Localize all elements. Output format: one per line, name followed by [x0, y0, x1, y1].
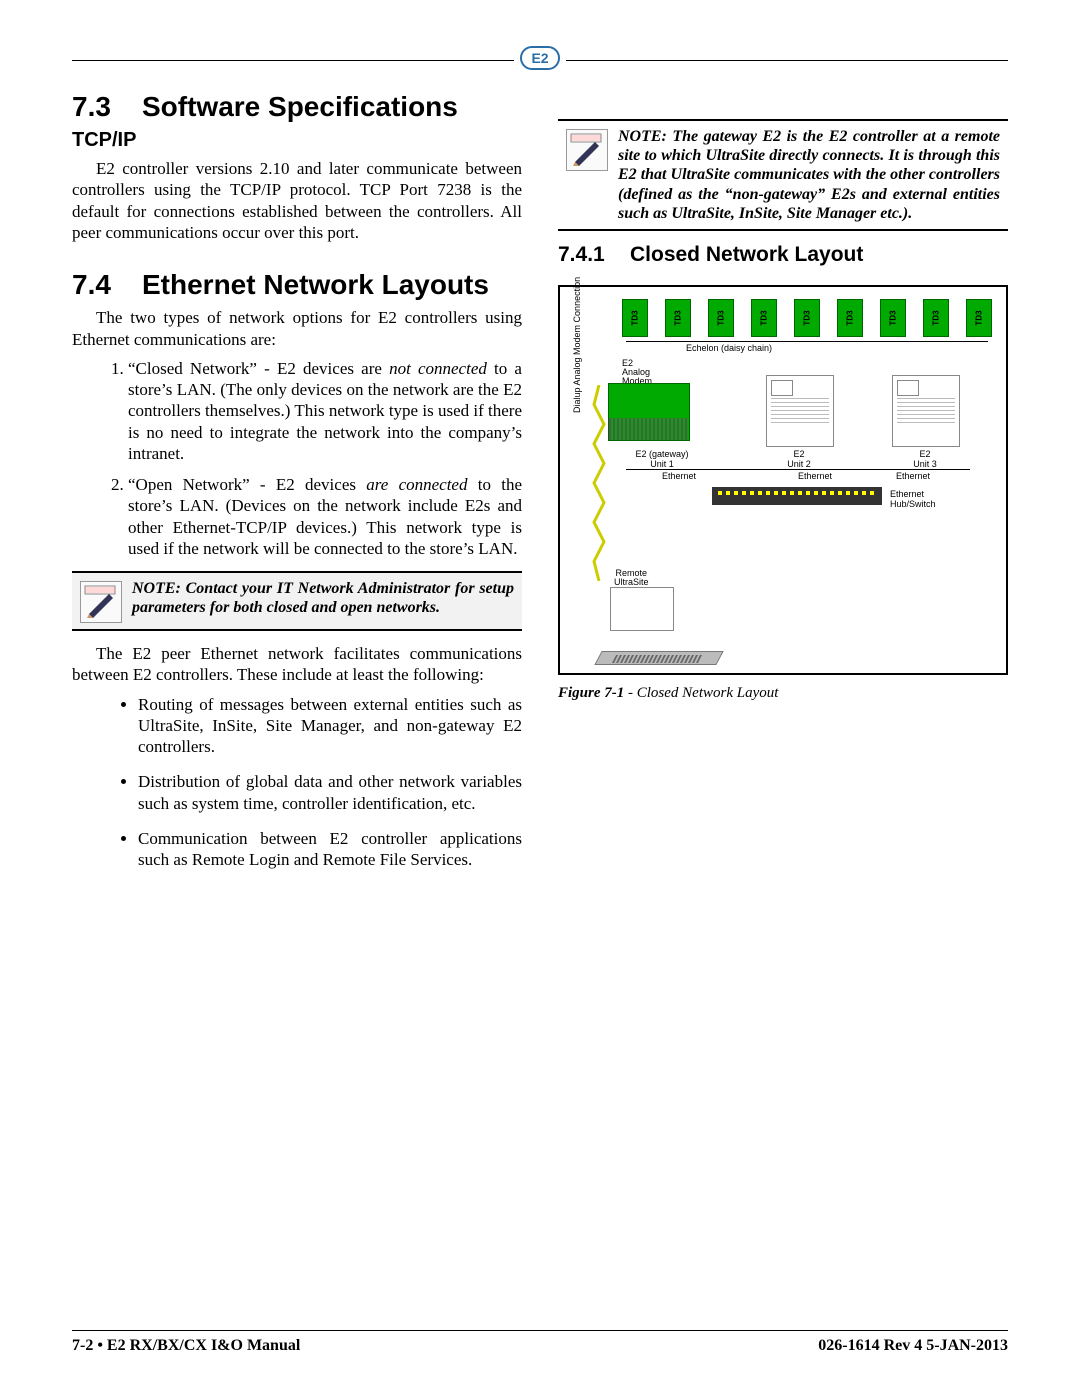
list-item: Distribution of global data and other ne…	[138, 771, 522, 814]
peer-ethernet-para: The E2 peer Ethernet network facilitates…	[72, 643, 522, 686]
modem-connection-icon	[592, 385, 606, 581]
page-footer: 7-2 • E2 RX/BX/CX I&O Manual 026-1614 Re…	[72, 1330, 1008, 1355]
echelon-label: Echelon (daisy chain)	[686, 343, 772, 353]
ethernet-label: Ethernet	[662, 471, 696, 481]
td3-module-icon: TD3	[837, 299, 863, 337]
unit1-label: E2 (gateway) Unit 1	[622, 449, 702, 469]
note-text: NOTE: The gateway E2 is the E2 controlle…	[618, 127, 1000, 223]
ethernet-label: Ethernet	[798, 471, 832, 481]
features-bullets: Routing of messages between external ent…	[110, 694, 522, 871]
section-7-4-intro: The two types of network options for E2 …	[72, 307, 522, 350]
section-7-4-1-heading: 7.4.1Closed Network Layout	[558, 243, 1008, 267]
note-text: NOTE: Contact your IT Network Administra…	[132, 579, 514, 617]
tcpip-heading: TCP/IP	[72, 129, 522, 152]
modem-connection-label: Dialup Analog Modem Connection	[572, 277, 582, 413]
section-7-3-number: 7.3	[72, 91, 142, 123]
figure-7-1-diagram: TD3 TD3 TD3 TD3 TD3 TD3 TD3 TD3 TD3 Eche…	[558, 285, 1008, 675]
section-7-3-title: Software Specifications	[142, 91, 458, 122]
page: E2 7.3Software Specifications TCP/IP E2 …	[0, 0, 1080, 1397]
left-column: 7.3Software Specifications TCP/IP E2 con…	[72, 81, 522, 884]
unit2-label: E2 Unit 2	[762, 449, 836, 469]
footer-left: 7-2 • E2 RX/BX/CX I&O Manual	[72, 1337, 300, 1355]
e2-logo-icon: E2	[514, 46, 566, 70]
section-7-4-heading: 7.4Ethernet Network Layouts	[72, 269, 522, 301]
td3-module-icon: TD3	[622, 299, 648, 337]
figure-caption: Figure 7-1 - Closed Network Layout	[558, 685, 1008, 702]
td3-module-icon: TD3	[665, 299, 691, 337]
list-item: Routing of messages between external ent…	[138, 694, 522, 758]
td3-module-icon: TD3	[966, 299, 992, 337]
network-types-list: “Closed Network” - E2 devices are not co…	[96, 358, 522, 559]
ethernet-label: Ethernet	[896, 471, 930, 481]
two-column-layout: 7.3Software Specifications TCP/IP E2 con…	[72, 81, 1008, 884]
section-7-4-title: Ethernet Network Layouts	[142, 269, 489, 300]
td3-module-icon: TD3	[923, 299, 949, 337]
td3-module-icon: TD3	[794, 299, 820, 337]
figure-caption-title: - Closed Network Layout	[624, 685, 778, 701]
e2-unit-icon	[766, 375, 834, 447]
figure-caption-label: Figure 7-1	[558, 685, 624, 701]
laptop-icon	[598, 635, 718, 665]
list-item: Communication between E2 controller appl…	[138, 828, 522, 871]
section-7-4-1-title: Closed Network Layout	[630, 243, 863, 266]
pencil-note-icon	[566, 129, 608, 171]
footer-right: 026-1614 Rev 4 5-JAN-2013	[818, 1337, 1008, 1355]
remote-ultrasite-label: Remote UltraSite	[614, 569, 649, 587]
remote-box-icon	[610, 587, 674, 631]
section-7-4-number: 7.4	[72, 269, 142, 301]
note-box-gateway: NOTE: The gateway E2 is the E2 controlle…	[558, 119, 1008, 231]
right-column: NOTE: The gateway E2 is the E2 controlle…	[558, 81, 1008, 884]
ethernet-hub-icon	[712, 487, 882, 505]
list-item: “Closed Network” - E2 devices are not co…	[128, 358, 522, 464]
hub-label: Ethernet Hub/Switch	[890, 489, 936, 509]
td3-module-icon: TD3	[880, 299, 906, 337]
section-7-4-1-number: 7.4.1	[558, 243, 630, 267]
pencil-note-icon	[80, 581, 122, 623]
td3-module-icon: TD3	[751, 299, 777, 337]
td3-module-icon: TD3	[708, 299, 734, 337]
list-item: “Open Network” - E2 devices are connecte…	[128, 474, 522, 559]
tcpip-body: E2 controller versions 2.10 and later co…	[72, 158, 522, 243]
e2-gateway-icon	[608, 383, 690, 441]
section-7-3-heading: 7.3Software Specifications	[72, 91, 522, 123]
note-box-it-admin: NOTE: Contact your IT Network Administra…	[72, 571, 522, 631]
svg-text:E2: E2	[531, 50, 548, 66]
unit3-label: E2 Unit 3	[888, 449, 962, 469]
header-rule: E2	[72, 60, 1008, 61]
e2-unit-icon	[892, 375, 960, 447]
e2-modem-label: E2 Analog Modem	[622, 359, 652, 386]
